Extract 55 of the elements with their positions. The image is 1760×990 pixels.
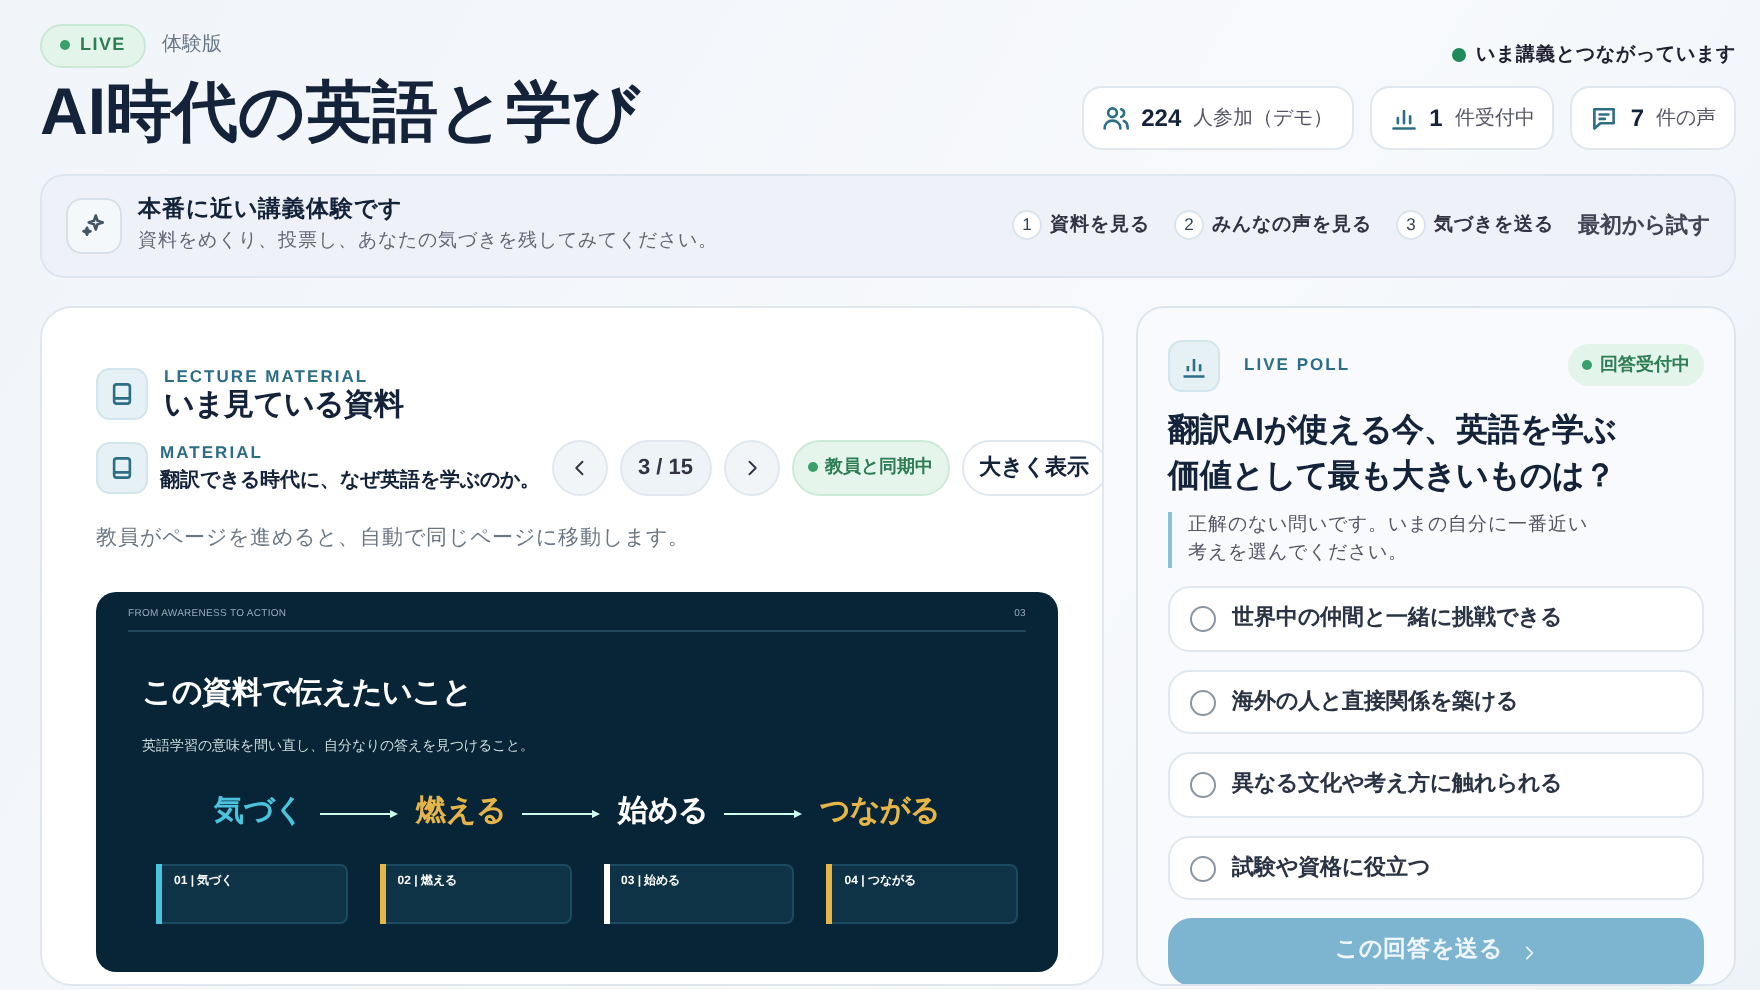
radio-button[interactable] [1190,689,1216,716]
step-number: 1 [1012,210,1042,241]
people-icon [1101,104,1130,133]
slide-title: この資料で伝えたいこと [142,674,474,715]
flow-step: 気づく [214,790,304,836]
poll-option[interactable]: 海外の人と直接関係を築ける [1168,669,1704,735]
submit-button: この回答を送る [1168,918,1704,984]
step-number: 2 [1174,210,1204,241]
poll-eyebrow: LIVE POLL [1244,352,1351,378]
live-badge: LIVE [40,24,146,67]
poll-option[interactable]: 試験や資格に役立つ [1168,835,1704,901]
step-label: 資料を見る [1050,211,1150,240]
flow-step: 燃える [416,790,506,836]
section-eyebrow: LECTURE MATERIAL [164,363,371,389]
stat-value: 1 [1429,102,1443,137]
flow-step: つながる [820,790,940,836]
document-title: 翻訳できる時代に、なぜ英語を学ぶのか。 [160,467,540,496]
banner-subtitle: 資料をめくり、投票し、あなたの気づきを残してみてください。 [138,228,718,257]
sparkle-icon [80,211,108,240]
poll-option[interactable]: 異なる文化や考え方に触れられる [1168,752,1704,818]
edition-label: 体験版 [161,32,222,61]
poll-status: 回答受付中 [1568,343,1704,387]
stat-value: 224 [1141,102,1182,137]
section-heading: いま見ている資料 [164,388,404,424]
flow-step: 始める [618,790,708,836]
stat-value: 7 [1630,102,1644,137]
page-indicator: 3 / 15 [620,439,712,496]
banner-title: 本番に近い講義体験です [138,194,404,227]
bar-chart-icon [1389,104,1418,133]
radio-button[interactable] [1190,606,1216,633]
radio-button[interactable] [1190,855,1216,882]
restart-button[interactable]: 最初から試す [1578,209,1710,243]
arrow-icon [724,807,804,820]
stat-label: 件の声 [1656,105,1716,134]
document-eyebrow: MATERIAL [160,439,265,466]
sync-note: 教員がページを進めると、自動で同じページに移動します。 [96,524,692,555]
page-title: AI時代の英語と学び [40,71,640,151]
book-icon [96,441,148,494]
speech-bubble-icon [1590,104,1619,133]
poll-question: 翻訳AIが使える今、英語を学ぶ価値として最も大きいものは？ [1168,410,1618,498]
arrow-icon [522,807,602,820]
poll-option[interactable]: 世界中の仲間と一緒に挑戦できる [1168,586,1704,652]
step-label: 気づきを送る [1434,211,1554,240]
connection-status: いま講義とつながっています [1476,41,1736,70]
sync-badge: 教員と同期中 [791,440,950,496]
book-icon [96,367,148,420]
poll-hint: 正解のない問いです。いまの自分に一番近い考えを選んでください。 [1168,511,1588,569]
stat-label: 件受付中 [1454,105,1535,134]
radio-button[interactable] [1190,772,1216,799]
step-number: 3 [1396,210,1426,241]
bar-chart-icon [1168,339,1220,392]
stat-label: 人参加（デモ） [1193,105,1334,134]
step-label: みんなの声を見る [1212,211,1372,240]
arrow-icon [320,807,400,820]
enlarge-button[interactable]: 大きく表示 [961,439,1102,497]
